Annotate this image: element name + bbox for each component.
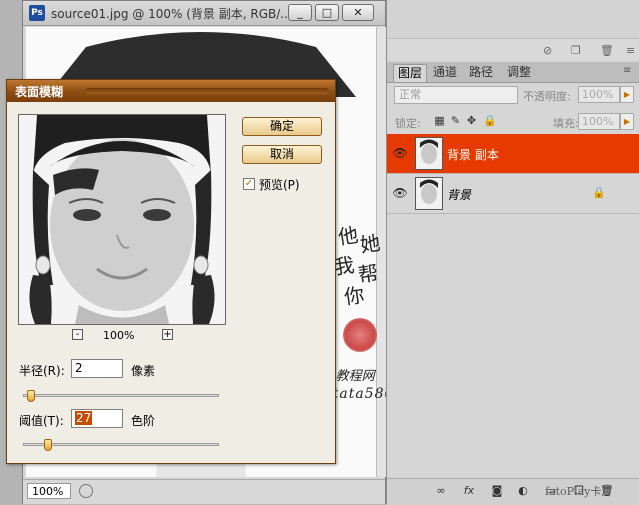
watermark-char: 她	[358, 230, 382, 258]
lock-all-icon[interactable]: 🔒	[483, 114, 497, 127]
dialog-title: 表面模糊	[15, 85, 64, 99]
layer-name: 背景 副本	[447, 148, 499, 162]
surface-blur-dialog: 表面模糊 确定 取消 ✓ 预览(P) - 100% + 半径(R): 2 像素 …	[6, 79, 336, 464]
add-mask-icon[interactable]: ◙	[489, 484, 505, 498]
opacity-label: 不透明度:	[523, 90, 571, 103]
document-titlebar[interactable]: Ps source01.jpg @ 100% (背景 副本, RGB/... _…	[23, 1, 385, 26]
lock-transparency-icon[interactable]: ▦	[433, 114, 446, 127]
trash-icon[interactable]: 🗑	[600, 44, 614, 57]
new-item-icon[interactable]: ❐	[571, 44, 581, 57]
fill-arrow-icon[interactable]: ▶	[620, 113, 634, 130]
opacity-input[interactable]: 100%	[578, 86, 620, 103]
upper-panel: ⊘ ❐ 🗑 ≡	[386, 0, 639, 62]
lock-icon: 🔒	[592, 186, 606, 199]
radius-slider-track[interactable]	[23, 394, 219, 397]
radius-input[interactable]: 2	[71, 359, 123, 378]
ok-button[interactable]: 确定	[242, 117, 322, 136]
lock-label: 锁定:	[395, 117, 421, 130]
panel-menu-icon[interactable]: ≡	[623, 65, 631, 76]
layer-thumbnail	[415, 177, 443, 210]
layer-row-background-copy[interactable]: 👁 背景 副本	[387, 134, 639, 174]
panel-menu-icon[interactable]: ≡	[626, 44, 635, 57]
fill-input[interactable]: 100%	[578, 113, 620, 130]
radius-unit: 像素	[131, 364, 156, 378]
threshold-slider-thumb[interactable]	[43, 439, 52, 451]
layer-thumbnail	[415, 137, 443, 170]
panel-tabs: 图层 通道 路径 调整 ≡	[387, 62, 639, 83]
layer-name: 背景	[447, 188, 472, 202]
preview-image[interactable]	[18, 114, 226, 325]
threshold-unit: 色阶	[131, 414, 156, 428]
close-button[interactable]: ✕	[342, 4, 374, 21]
eye-icon[interactable]: 👁	[391, 144, 409, 162]
lock-brush-icon[interactable]: ✎	[449, 114, 462, 127]
zoom-out-button[interactable]: -	[72, 329, 83, 340]
tab-paths[interactable]: 路径	[465, 64, 497, 81]
watermark-seal	[343, 318, 377, 352]
fill-label: 填充:	[553, 117, 579, 130]
maximize-button[interactable]: □	[315, 4, 339, 21]
corner-watermark: fatoPlay卡片	[545, 485, 613, 498]
watermark-char: 他	[336, 222, 360, 250]
stop-icon[interactable]: ⊘	[543, 44, 552, 57]
threshold-slider-track[interactable]	[23, 443, 219, 446]
threshold-label: 阈值(T):	[19, 414, 64, 428]
opacity-arrow-icon[interactable]: ▶	[620, 86, 634, 103]
zoom-field[interactable]: 100%	[27, 483, 71, 499]
status-bar: 100%	[23, 479, 385, 504]
layer-row-background[interactable]: 👁 背景 🔒	[387, 174, 639, 214]
cancel-button[interactable]: 取消	[242, 145, 322, 164]
photoshop-icon: Ps	[29, 5, 45, 21]
minimize-button[interactable]: _	[288, 4, 312, 21]
document-title: source01.jpg @ 100% (背景 副本, RGB/...	[51, 7, 292, 21]
status-info-icon[interactable]	[79, 484, 93, 498]
threshold-value-selected: 27	[75, 411, 93, 425]
dialog-titlebar[interactable]: 表面模糊	[7, 80, 335, 102]
titlebar-decoration	[85, 88, 329, 94]
preview-label[interactable]: 预览(P)	[259, 176, 300, 193]
lock-move-icon[interactable]: ✥	[465, 114, 478, 127]
girl-portrait	[19, 115, 225, 324]
radius-label: 半径(R):	[19, 364, 65, 378]
zoom-level: 100%	[103, 329, 135, 342]
upper-panel-toolbar: ⊘ ❐ 🗑 ≡	[388, 38, 639, 61]
tab-channels[interactable]: 通道	[429, 64, 461, 81]
zoom-in-button[interactable]: +	[162, 329, 173, 340]
eye-icon[interactable]: 👁	[391, 184, 409, 202]
watermark-char: 你	[342, 282, 366, 310]
blend-mode-select[interactable]: 正常	[394, 86, 518, 104]
fx-icon[interactable]: fx	[461, 484, 477, 498]
link-layers-icon[interactable]: ∞	[433, 484, 449, 498]
layers-panel: 图层 通道 路径 调整 ≡ 正常 不透明度: 100% ▶ 锁定: ▦ ✎ ✥ …	[386, 62, 639, 505]
preview-checkbox[interactable]: ✓	[243, 178, 255, 190]
threshold-input[interactable]: 27	[71, 409, 123, 428]
adjustment-layer-icon[interactable]: ◐	[515, 484, 531, 498]
tab-adjustments[interactable]: 调整	[503, 64, 535, 81]
tab-layers[interactable]: 图层	[393, 64, 428, 82]
radius-slider-thumb[interactable]	[26, 390, 35, 402]
